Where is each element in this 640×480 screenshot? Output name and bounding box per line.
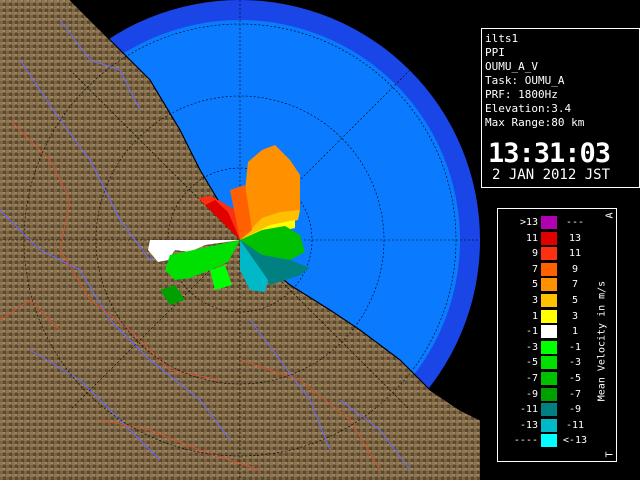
site-name: ilts1 <box>485 32 519 45</box>
legend-low-label: -5 <box>525 357 538 369</box>
legend-low-label: -13 <box>519 419 538 431</box>
legend-low-label: ---- <box>513 435 538 447</box>
legend-low-label: 9 <box>531 248 538 260</box>
legend-high-label: 3 <box>571 310 579 322</box>
legend-low-label: -1 <box>525 326 538 338</box>
radar-display: ilts1 PPI OUMU_A_V Task: OUMU_A PRF: 180… <box>0 0 640 480</box>
legend-high-label: -9 <box>568 404 582 416</box>
legend-high-label: --- <box>565 217 585 228</box>
legend-high-label: 13 <box>568 232 582 244</box>
legend-high-label: <-13 <box>562 435 588 447</box>
legend-swatch <box>541 434 557 448</box>
legend-low-label: 7 <box>531 263 538 275</box>
legend-high-label: -3 <box>568 357 582 369</box>
legend-swatch <box>541 387 557 401</box>
scan-time: 13:31:03 <box>488 138 611 169</box>
legend-swatch <box>541 262 557 276</box>
legend-high-label: 5 <box>571 295 579 306</box>
legend-low-label: 1 <box>531 310 538 322</box>
task-name: Task: OUMU_A <box>485 74 565 87</box>
legend-title: Mean Velocity in m/s <box>594 223 610 459</box>
color-legend: A >13 --- 11 13 9 11 7 9 5 7 3 5 1 3 -1 1 -3 -1 -5 -3 -7 -5 -9… <box>497 208 617 462</box>
legend-low-label: 5 <box>531 279 538 291</box>
legend-low-label: >13 <box>519 217 538 228</box>
legend-swatch <box>541 309 557 323</box>
legend-swatch <box>541 340 557 354</box>
legend-swatch <box>541 418 557 432</box>
legend-high-label: -7 <box>568 388 582 400</box>
legend-swatch <box>541 372 557 385</box>
legend-high-label: 9 <box>571 263 579 275</box>
product-type: PPI <box>485 46 505 59</box>
max-range-value: Max Range:80 km <box>485 116 585 129</box>
legend-top-mark: A <box>604 212 616 219</box>
legend-low-label: 3 <box>531 295 538 306</box>
legend-title-text: Mean Velocity in m/s <box>596 280 608 402</box>
info-panel: ilts1 PPI OUMU_A_V Task: OUMU_A PRF: 180… <box>481 28 640 188</box>
legend-high-label: 1 <box>571 326 579 338</box>
legend-swatch <box>541 356 557 370</box>
legend-bottom-mark: T <box>604 451 616 458</box>
legend-low-label: -9 <box>525 388 538 400</box>
legend-swatch <box>541 247 557 261</box>
legend-swatch <box>541 216 557 229</box>
legend-high-label: 11 <box>568 248 582 260</box>
legend-high-label: -5 <box>568 373 582 384</box>
legend-high-label: -1 <box>568 341 582 353</box>
elevation-value: Elevation:3.4 <box>485 102 572 115</box>
legend-swatch <box>541 231 557 245</box>
legend-swatch <box>541 325 557 339</box>
legend-low-label: -11 <box>519 404 538 416</box>
legend-low-label: 11 <box>525 232 538 244</box>
scan-date: 2 JAN 2012 JST <box>492 167 611 183</box>
legend-low-label: -7 <box>525 373 538 384</box>
legend-low-label: -3 <box>525 341 538 353</box>
legend-high-label: -11 <box>565 419 585 431</box>
legend-swatch <box>541 403 557 417</box>
product-name: OUMU_A_V <box>485 60 538 73</box>
legend-high-label: 7 <box>571 279 579 291</box>
legend-swatch <box>541 294 557 307</box>
prf-value: PRF: 1800Hz <box>485 88 558 101</box>
legend-swatch <box>541 278 557 292</box>
